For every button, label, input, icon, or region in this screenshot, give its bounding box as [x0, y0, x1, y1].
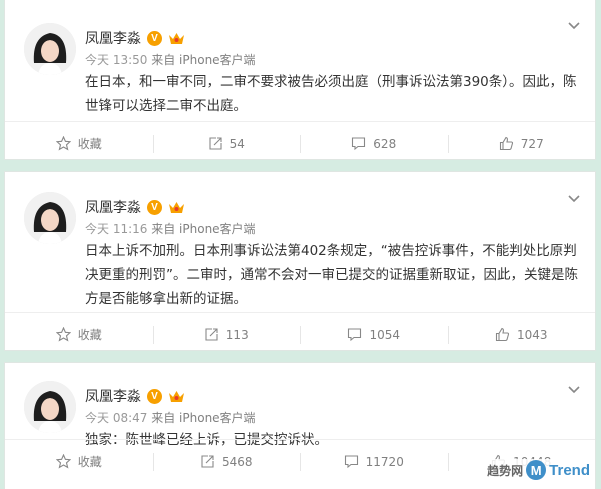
action-bar: 收藏 54 628 727 [5, 121, 595, 165]
avatar[interactable] [24, 23, 76, 75]
action-bar: 收藏 113 1054 1043 [5, 312, 595, 356]
watermark-cn: 趋势网 [487, 463, 524, 478]
watermark: 趋势网 M Trend [484, 459, 593, 481]
repost-button[interactable]: 5468 [152, 440, 301, 483]
post-time[interactable]: 今天 08:47 [85, 411, 147, 425]
repost-button[interactable]: 113 [152, 313, 301, 356]
repost-button[interactable]: 54 [152, 122, 301, 165]
chevron-down-icon[interactable] [567, 194, 581, 204]
comment-button[interactable]: 628 [300, 122, 448, 165]
crown-icon [169, 32, 184, 44]
comment-count: 1054 [369, 327, 401, 342]
star-icon [55, 454, 71, 469]
star-icon [55, 327, 71, 342]
favorite-label: 收藏 [77, 137, 102, 151]
chevron-down-icon[interactable] [567, 21, 581, 31]
post-source: 来自 iPhone客户端 [151, 53, 256, 67]
favorite-button[interactable]: 收藏 [5, 313, 153, 356]
watermark-en: Trend [549, 461, 590, 479]
verified-badge-icon: V [147, 30, 162, 46]
comment-count: 628 [373, 136, 397, 151]
like-count: 727 [520, 136, 544, 151]
repost-count: 5468 [221, 454, 253, 469]
like-icon [495, 327, 510, 342]
favorite-button[interactable]: 收藏 [5, 440, 153, 483]
favorite-label: 收藏 [77, 328, 102, 342]
comment-button[interactable]: 11720 [300, 440, 448, 483]
author-name[interactable]: 凤凰李淼 [85, 28, 141, 48]
comment-icon [344, 455, 358, 469]
like-icon [499, 136, 513, 151]
repost-count: 113 [225, 327, 249, 342]
repost-icon [205, 328, 218, 341]
comment-icon [348, 328, 362, 342]
post-meta: 今天 11:16 来自 iPhone客户端 [85, 220, 256, 237]
post-source: 来自 iPhone客户端 [151, 411, 256, 425]
like-count: 1043 [516, 327, 548, 342]
verified-badge-icon: V [147, 388, 162, 404]
post-time[interactable]: 今天 11:16 [85, 222, 147, 236]
post-time[interactable]: 今天 13:50 [85, 53, 147, 67]
post-meta: 今天 08:47 来自 iPhone客户端 [85, 409, 256, 426]
post-card: 凤凰李淼 V 今天 13:50 来自 iPhone客户端 在日本，和一审不同，二… [4, 0, 596, 160]
post-text: 日本上诉不加刑。日本刑事诉讼法第402条规定，“被告控诉事件，不能判处比原判决更… [85, 243, 578, 307]
crown-icon [169, 201, 184, 213]
post-meta: 今天 13:50 来自 iPhone客户端 [85, 51, 256, 68]
comment-count: 11720 [365, 454, 404, 469]
favorite-button[interactable]: 收藏 [5, 122, 153, 165]
comment-button[interactable]: 1054 [300, 313, 448, 356]
avatar[interactable] [24, 381, 76, 433]
chevron-down-icon[interactable] [567, 385, 581, 395]
like-button[interactable]: 727 [447, 122, 596, 165]
favorite-label: 收藏 [77, 455, 102, 469]
author-name[interactable]: 凤凰李淼 [85, 197, 141, 217]
post-source: 来自 iPhone客户端 [151, 222, 256, 236]
star-icon [55, 136, 71, 151]
repost-count: 54 [229, 136, 245, 151]
verified-badge-icon: V [147, 199, 162, 215]
avatar[interactable] [24, 192, 76, 244]
post-card: 凤凰李淼 V 今天 11:16 来自 iPhone客户端 日本上诉不加刑。日本刑… [4, 171, 596, 351]
comment-icon [352, 137, 366, 151]
repost-icon [201, 455, 214, 468]
post-text: 在日本，和一审不同，二审不要求被告必须出庭（刑事诉讼法第390条）。因此，陈世锋… [85, 74, 577, 114]
like-button[interactable]: 1043 [447, 313, 596, 356]
author-name[interactable]: 凤凰李淼 [85, 386, 141, 406]
crown-icon [169, 390, 184, 402]
repost-icon [209, 137, 222, 150]
watermark-logo-icon: M [526, 460, 547, 480]
